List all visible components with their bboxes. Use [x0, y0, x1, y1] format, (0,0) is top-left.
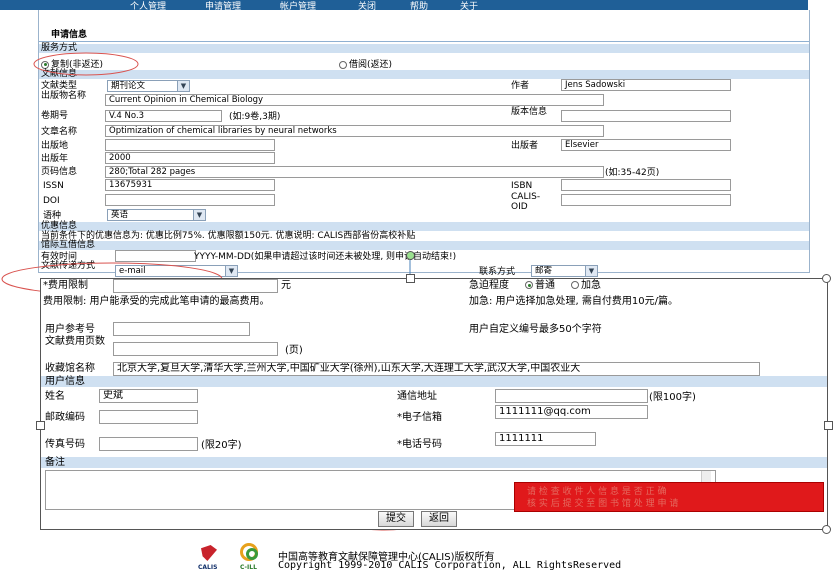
footer-copyright-en: Copyright 1999-2010 CALIS Corporation, A… [278, 560, 622, 571]
phone-input[interactable]: 1111111 [495, 432, 596, 446]
red-box-line-2: 核 实 后 提 交 至 图 书 馆 处 理 申 请 [527, 499, 679, 509]
red-box-line-1: 请 检 查 收 件 人 信 息 是 否 正 确 [527, 487, 667, 497]
address-label: 通信地址 [397, 391, 437, 402]
urgency-urgent-option[interactable]: 加急 [571, 280, 601, 292]
calis-logo-text: CALIS [198, 564, 218, 571]
radio-normal[interactable] [525, 281, 533, 289]
holdings-label: 收藏馆名称 [45, 363, 95, 374]
cill-logo-text: C-ILL [240, 564, 257, 571]
holdings-input[interactable]: 北京大学,复旦大学,清华大学,兰州大学,中国矿业大学(徐州),山东大学,大连理工… [113, 362, 760, 376]
resize-handle[interactable] [406, 251, 415, 260]
notes-header: 备注 [45, 457, 65, 468]
radio-urgent[interactable] [571, 281, 579, 289]
calis-logo: CALIS [197, 544, 225, 572]
fax-hint: (限20字) [201, 440, 242, 451]
back-button[interactable]: 返回 [421, 511, 457, 527]
ref-note: 用户自定义编号最多50个字符 [469, 324, 602, 335]
postcode-input[interactable] [99, 410, 198, 424]
urgency-urgent-label: 加急 [581, 280, 601, 291]
address-hint: (限100字) [649, 392, 696, 403]
resize-handle[interactable] [822, 525, 831, 534]
name-label: 姓名 [45, 391, 65, 402]
user-info-header: 用户信息 [45, 376, 85, 387]
address-input[interactable] [495, 389, 648, 403]
footer: CALIS C-ILL 中国高等教育文献保障管理中心(CALIS)版权所有 Co… [0, 540, 835, 574]
phone-label: *电话号码 [397, 439, 442, 450]
email-input[interactable]: 1111111@qq.com [495, 405, 648, 419]
resize-handle[interactable] [36, 421, 45, 430]
doc-pages-input[interactable] [113, 342, 278, 356]
red-annotation-box: 请 检 查 收 件 人 信 息 是 否 正 确 核 实 后 提 交 至 图 书 … [514, 482, 824, 512]
fee-note: 费用限制: 用户能承受的完成此笔申请的最高费用。 [43, 296, 270, 307]
ref-label: 用户参考号 [45, 324, 95, 335]
cill-logo: C-ILL [237, 542, 267, 572]
submit-button[interactable]: 提交 [378, 511, 414, 527]
resize-handle[interactable] [406, 274, 415, 283]
doc-pages-label: 文献费用页数 [45, 336, 105, 347]
urgency-label: 急迫程度 [469, 280, 509, 291]
doc-pages-unit: (页) [285, 345, 303, 356]
resize-handle[interactable] [824, 421, 833, 430]
fee-label: *费用限制 [43, 280, 88, 291]
highlight-ellipse-service [33, 52, 139, 76]
fee-input[interactable] [113, 279, 278, 293]
email-label: *电子信箱 [397, 412, 442, 423]
urgency-normal-label: 普通 [535, 280, 555, 291]
fax-label: 传真号码 [45, 439, 85, 450]
name-input[interactable]: 史斌 [99, 389, 198, 403]
fax-input[interactable] [99, 437, 198, 451]
urgency-normal-option[interactable]: 普通 [525, 280, 555, 292]
resize-handle[interactable] [822, 274, 831, 283]
urgent-note: 加急: 用户选择加急处理, 需自付费用10元/篇。 [469, 296, 678, 307]
postcode-label: 邮政编码 [45, 412, 85, 423]
fee-unit: 元 [281, 280, 291, 291]
ref-input[interactable] [113, 322, 250, 336]
